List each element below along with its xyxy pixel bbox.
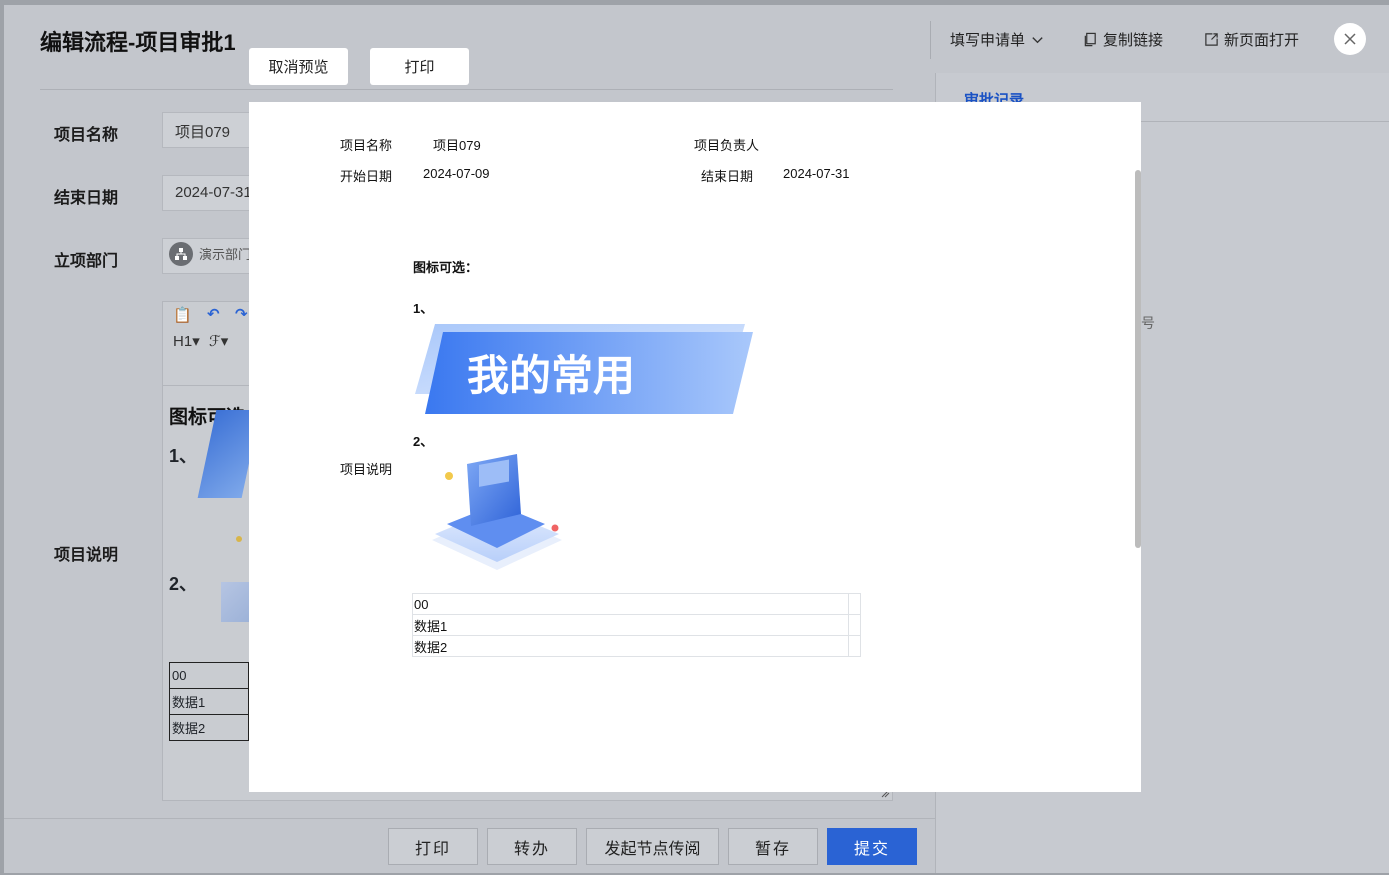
dept-label: 立项部门 (54, 253, 119, 270)
computer-illustration (427, 452, 567, 587)
table-cell-empty (848, 593, 861, 615)
editor-item-2: 2、 (169, 574, 198, 594)
table-cell: 00 (169, 662, 249, 689)
pv-project-name-label: 项目名称 (340, 138, 393, 153)
clipboard-icon[interactable]: 📋 (173, 306, 192, 324)
cancel-preview-button[interactable]: 取消预览 (249, 48, 348, 85)
pv-start-date-label: 开始日期 (340, 169, 393, 184)
table-row: 数据1 (169, 688, 249, 715)
pv-data-table: 00 数据1 数据2 (412, 593, 861, 657)
editor-illustration-dot (236, 536, 242, 542)
table-cell: 数据1 (169, 688, 249, 715)
dept-selector[interactable]: 演示部门 (162, 238, 262, 274)
table-row: 数据2 (412, 635, 861, 657)
end-date-input[interactable]: 2024-07-31 (162, 175, 262, 211)
transfer-button[interactable]: 转办 (487, 828, 577, 865)
table-row: 数据1 (412, 614, 861, 636)
right-panel-text: 号 (1141, 315, 1155, 331)
print-preview-page: 项目名称 项目079 项目负责人 开始日期 2024-07-09 结束日期 20… (249, 102, 1141, 792)
pv-item-1: 1、 (413, 301, 434, 316)
font-dropdown-label: ℱ (209, 333, 221, 350)
copy-icon (1084, 32, 1096, 47)
copy-link-button[interactable]: 复制链接 (1083, 29, 1163, 50)
preview-scrollbar[interactable] (1135, 170, 1141, 548)
fill-request-label: 填写申请单 (950, 32, 1026, 49)
table-cell-empty (848, 635, 861, 657)
dept-value: 演示部门 (199, 247, 252, 262)
pv-item-2: 2、 (413, 434, 434, 449)
pv-project-name-value: 项目079 (433, 138, 481, 153)
table-cell-empty (848, 614, 861, 636)
close-icon (1344, 33, 1356, 45)
font-dropdown[interactable]: ℱ▾ (209, 332, 228, 350)
external-link-icon (1205, 33, 1218, 46)
banner-text: 我的常用 (467, 352, 636, 399)
end-date-value: 2024-07-31 (175, 184, 252, 201)
copy-link-label: 复制链接 (1103, 32, 1164, 49)
pv-end-date-label: 结束日期 (701, 169, 754, 184)
editor-item-1: 1、 (169, 446, 198, 466)
end-date-label: 结束日期 (54, 190, 119, 207)
redo-icon[interactable]: ↷ (235, 305, 248, 323)
editor-illustration-image (221, 582, 251, 622)
pv-heading: 图标可选： (413, 260, 479, 275)
undo-icon[interactable]: ↶ (207, 305, 220, 323)
project-name-input[interactable]: 项目079 (162, 112, 262, 148)
pv-end-date-value: 2024-07-31 (783, 166, 850, 181)
submit-button[interactable]: 提交 (827, 828, 917, 865)
pv-owner-label: 项目负责人 (694, 138, 760, 153)
close-button[interactable] (1334, 23, 1366, 55)
table-cell: 数据2 (169, 714, 249, 741)
desc-label: 项目说明 (54, 547, 119, 564)
open-new-page-button[interactable]: 新页面打开 (1204, 29, 1299, 50)
table-row: 00 (412, 593, 861, 615)
save-draft-button[interactable]: 暂存 (728, 828, 818, 865)
pv-start-date-value: 2024-07-09 (423, 166, 490, 181)
table-row: 00 (169, 662, 249, 689)
table-cell: 数据2 (412, 635, 849, 657)
favorites-banner-image: 我的常用 (415, 324, 755, 416)
editor-table: 00 数据1 数据2 (169, 662, 249, 741)
preview-print-button[interactable]: 打印 (370, 48, 469, 85)
table-cell: 00 (412, 593, 849, 615)
circulate-button[interactable]: 发起节点传阅 (586, 828, 719, 865)
open-new-page-label: 新页面打开 (1224, 32, 1300, 49)
fill-request-dropdown[interactable]: 填写申请单 (950, 29, 1045, 50)
chevron-down-icon (1032, 37, 1043, 44)
pv-desc-label: 项目说明 (340, 462, 393, 477)
table-cell: 数据1 (412, 614, 849, 636)
table-row: 数据2 (169, 714, 249, 741)
header-divider (930, 21, 931, 59)
page-title: 编辑流程-项目审批1 (40, 30, 236, 55)
org-icon (169, 241, 193, 266)
project-name-value: 项目079 (175, 124, 231, 141)
heading-dropdown-label: H1 (173, 333, 193, 350)
action-bar: 打印 转办 发起节点传阅 暂存 提交 (4, 818, 935, 873)
heading-dropdown[interactable]: H1▾ (173, 332, 200, 350)
project-name-label: 项目名称 (54, 127, 119, 144)
print-button[interactable]: 打印 (388, 828, 478, 865)
